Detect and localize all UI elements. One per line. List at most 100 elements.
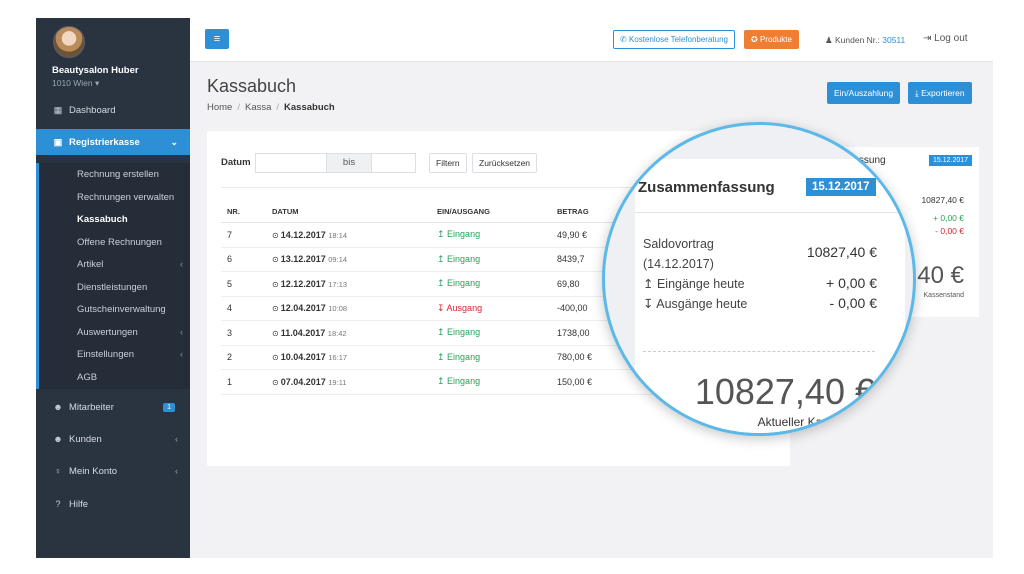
products-button[interactable]: ✪ Produkte — [744, 30, 799, 49]
summary-total-fragment: ,40 € — [910, 262, 964, 289]
incoming-label-text: Eingänge heute — [656, 277, 745, 291]
users-icon: ☻ — [53, 434, 63, 444]
sidebar-item-label: Hilfe — [69, 498, 89, 510]
outgoing-label-text: Ausgänge heute — [656, 297, 748, 311]
menu-toggle-button[interactable]: ≡ — [205, 29, 229, 49]
sidebar-item-kunden[interactable]: ☻ Kunden ‹ — [36, 428, 190, 450]
row-date-cell: ⊙ 10.04.2017 16:17 — [266, 345, 431, 370]
clock-icon: ⊙ — [272, 279, 279, 289]
clock-icon: ⊙ — [272, 377, 279, 387]
business-city-dropdown[interactable]: 1010 Wien ▾ — [52, 78, 99, 89]
incoming-value: + 0,00 € — [826, 275, 877, 291]
avatar[interactable] — [53, 26, 85, 58]
arrow-up-icon: ↥ — [437, 376, 448, 387]
phone-consultation-button[interactable]: ✆ Kostenlose Telefonberatung — [613, 30, 735, 49]
submenu-item-gutscheinverwaltung[interactable]: Gutscheinverwaltung — [77, 304, 166, 315]
row-time: 16:17 — [328, 353, 348, 363]
ein-auszahlung-button[interactable]: Ein/Auszahlung — [827, 82, 901, 104]
submenu-item-dienstleistungen[interactable]: Dienstleistungen — [77, 282, 147, 293]
submenu-item-rechnung-erstellen[interactable]: Rechnung erstellen — [77, 169, 159, 180]
row-type-cell: ↥ Eingang — [431, 247, 551, 272]
sidebar-item-label: Mein Konto — [69, 465, 118, 477]
submenu-item-kassabuch[interactable]: Kassabuch — [77, 214, 128, 225]
arrow-down-icon: ↧ — [437, 302, 447, 313]
sidebar-item-hilfe[interactable]: ? Hilfe — [36, 493, 190, 515]
export-label: Exportieren — [921, 88, 965, 98]
row-time: 17:13 — [328, 279, 348, 289]
phone-icon: ✆ — [620, 35, 629, 44]
row-date: 07.04.2017 — [280, 376, 326, 387]
sidebar-item-label: Dashboard — [69, 104, 116, 116]
submenu-item-auswertungen[interactable]: Auswertungen ‹ — [77, 327, 183, 338]
breadcrumb-home[interactable]: Home — [207, 102, 232, 113]
sidebar-item-mein-konto[interactable]: ♀ Mein Konto ‹ — [36, 460, 190, 482]
date-to-input[interactable] — [371, 153, 416, 173]
phone-consultation-label: Kostenlose Telefonberatung — [628, 35, 728, 44]
submenu-item-rechnungen-verwalten[interactable]: Rechnungen verwalten — [77, 192, 174, 203]
summary-date-badge: 15.12.2017 — [929, 155, 973, 166]
summary-date-badge: 15.12.2017 — [806, 178, 876, 196]
chevron-left-icon: ‹ — [180, 259, 183, 269]
filter-button[interactable]: Filtern — [429, 153, 467, 173]
arrow-up-icon: ↥ — [437, 327, 448, 338]
row-type: Eingang — [447, 278, 481, 289]
incoming-label: ↥ Eingänge heute — [643, 276, 745, 291]
row-date-cell: ⊙ 12.12.2017 17:13 — [266, 271, 431, 297]
app-frame: Beautysalon Huber 1010 Wien ▾ ▦ Dashboar… — [36, 18, 993, 558]
row-type-cell: ↧ Ausgang — [431, 296, 551, 321]
logout-label: Log out — [934, 33, 968, 44]
breadcrumb-kassa[interactable]: Kassa — [245, 102, 271, 113]
page-header: Kassabuch Home / Kassa / Kassabuch Ein/Ausza… — [190, 62, 993, 130]
saldo-value: 10827,40 € — [806, 244, 877, 260]
row-nr: 4 — [221, 296, 266, 321]
logout-button[interactable]: ⇥ Log out — [923, 33, 968, 44]
column-header-datum: DATUM — [266, 204, 431, 223]
chevron-left-icon: ‹ — [175, 434, 178, 444]
row-time: 09:14 — [328, 255, 348, 265]
count-badge: 1 — [163, 402, 175, 412]
export-button[interactable]: ⤓ Exportieren — [908, 82, 972, 104]
row-type: Ausgang — [446, 302, 483, 313]
registrierkasse-submenu: Rechnung erstellen Rechnungen verwalten … — [36, 163, 190, 389]
row-date-cell: ⊙ 07.04.2017 19:11 — [266, 369, 431, 395]
sidebar-item-label: Kunden — [69, 433, 102, 445]
sidebar-item-dashboard[interactable]: ▦ Dashboard — [36, 99, 190, 121]
row-date-cell: ⊙ 14.12.2017 18:14 — [266, 222, 431, 248]
clock-icon: ⊙ — [272, 304, 279, 314]
saldo-date: (14.12.2017) — [643, 257, 714, 271]
gear-icon: ✪ — [751, 35, 760, 44]
summary-out-value: - 0,00 € — [935, 226, 964, 236]
row-type: Eingang — [447, 351, 481, 362]
customer-number: ♟ Kunden Nr.: 30511 — [825, 35, 905, 46]
arrow-up-icon: ↥ — [643, 277, 657, 291]
row-type-cell: ↥ Eingang — [431, 345, 551, 370]
date-from-input[interactable] — [255, 153, 327, 173]
chevron-left-icon: ‹ — [180, 349, 183, 359]
submenu-item-artikel[interactable]: Artikel ‹ — [77, 259, 183, 270]
business-name: Beautysalon Huber — [52, 65, 139, 76]
breadcrumb-current: Kassabuch — [284, 102, 335, 113]
clock-icon: ⊙ — [272, 328, 279, 338]
row-nr: 5 — [221, 271, 266, 297]
submenu-item-einstellungen[interactable]: Einstellungen ‹ — [77, 349, 183, 360]
clock-icon: ⊙ — [272, 255, 279, 265]
top-bar: ≡ ✆ Kostenlose Telefonberatung ✪ Produkt… — [190, 18, 993, 62]
current-balance-label: Aktueller Kassenstand — [757, 415, 877, 429]
row-date-cell: ⊙ 12.04.2017 10:08 — [266, 296, 431, 321]
row-nr: 6 — [221, 247, 266, 272]
row-date-cell: ⊙ 11.04.2017 18:42 — [266, 320, 431, 346]
sidebar-item-registrierkasse[interactable]: ▣ Registrierkasse ⌄ — [36, 129, 190, 155]
question-icon: ? — [55, 499, 61, 509]
outgoing-label: ↧ Ausgänge heute — [643, 296, 747, 311]
row-time: 19:11 — [328, 377, 347, 387]
saldo-label: Saldovortrag — [643, 237, 714, 251]
grid-icon: ▦ — [53, 104, 63, 115]
arrow-up-icon: ↥ — [437, 253, 448, 264]
logout-icon: ⇥ — [923, 33, 935, 44]
reset-button[interactable]: Zurücksetzen — [472, 153, 538, 173]
sidebar-item-mitarbeiter[interactable]: ☻ Mitarbeiter 1 — [36, 396, 190, 418]
column-header-nr: NR. — [221, 204, 266, 223]
submenu-item-offene-rechnungen[interactable]: Offene Rechnungen — [77, 237, 162, 248]
submenu-item-agb[interactable]: AGB — [77, 372, 97, 383]
chevron-left-icon: ‹ — [180, 327, 183, 337]
